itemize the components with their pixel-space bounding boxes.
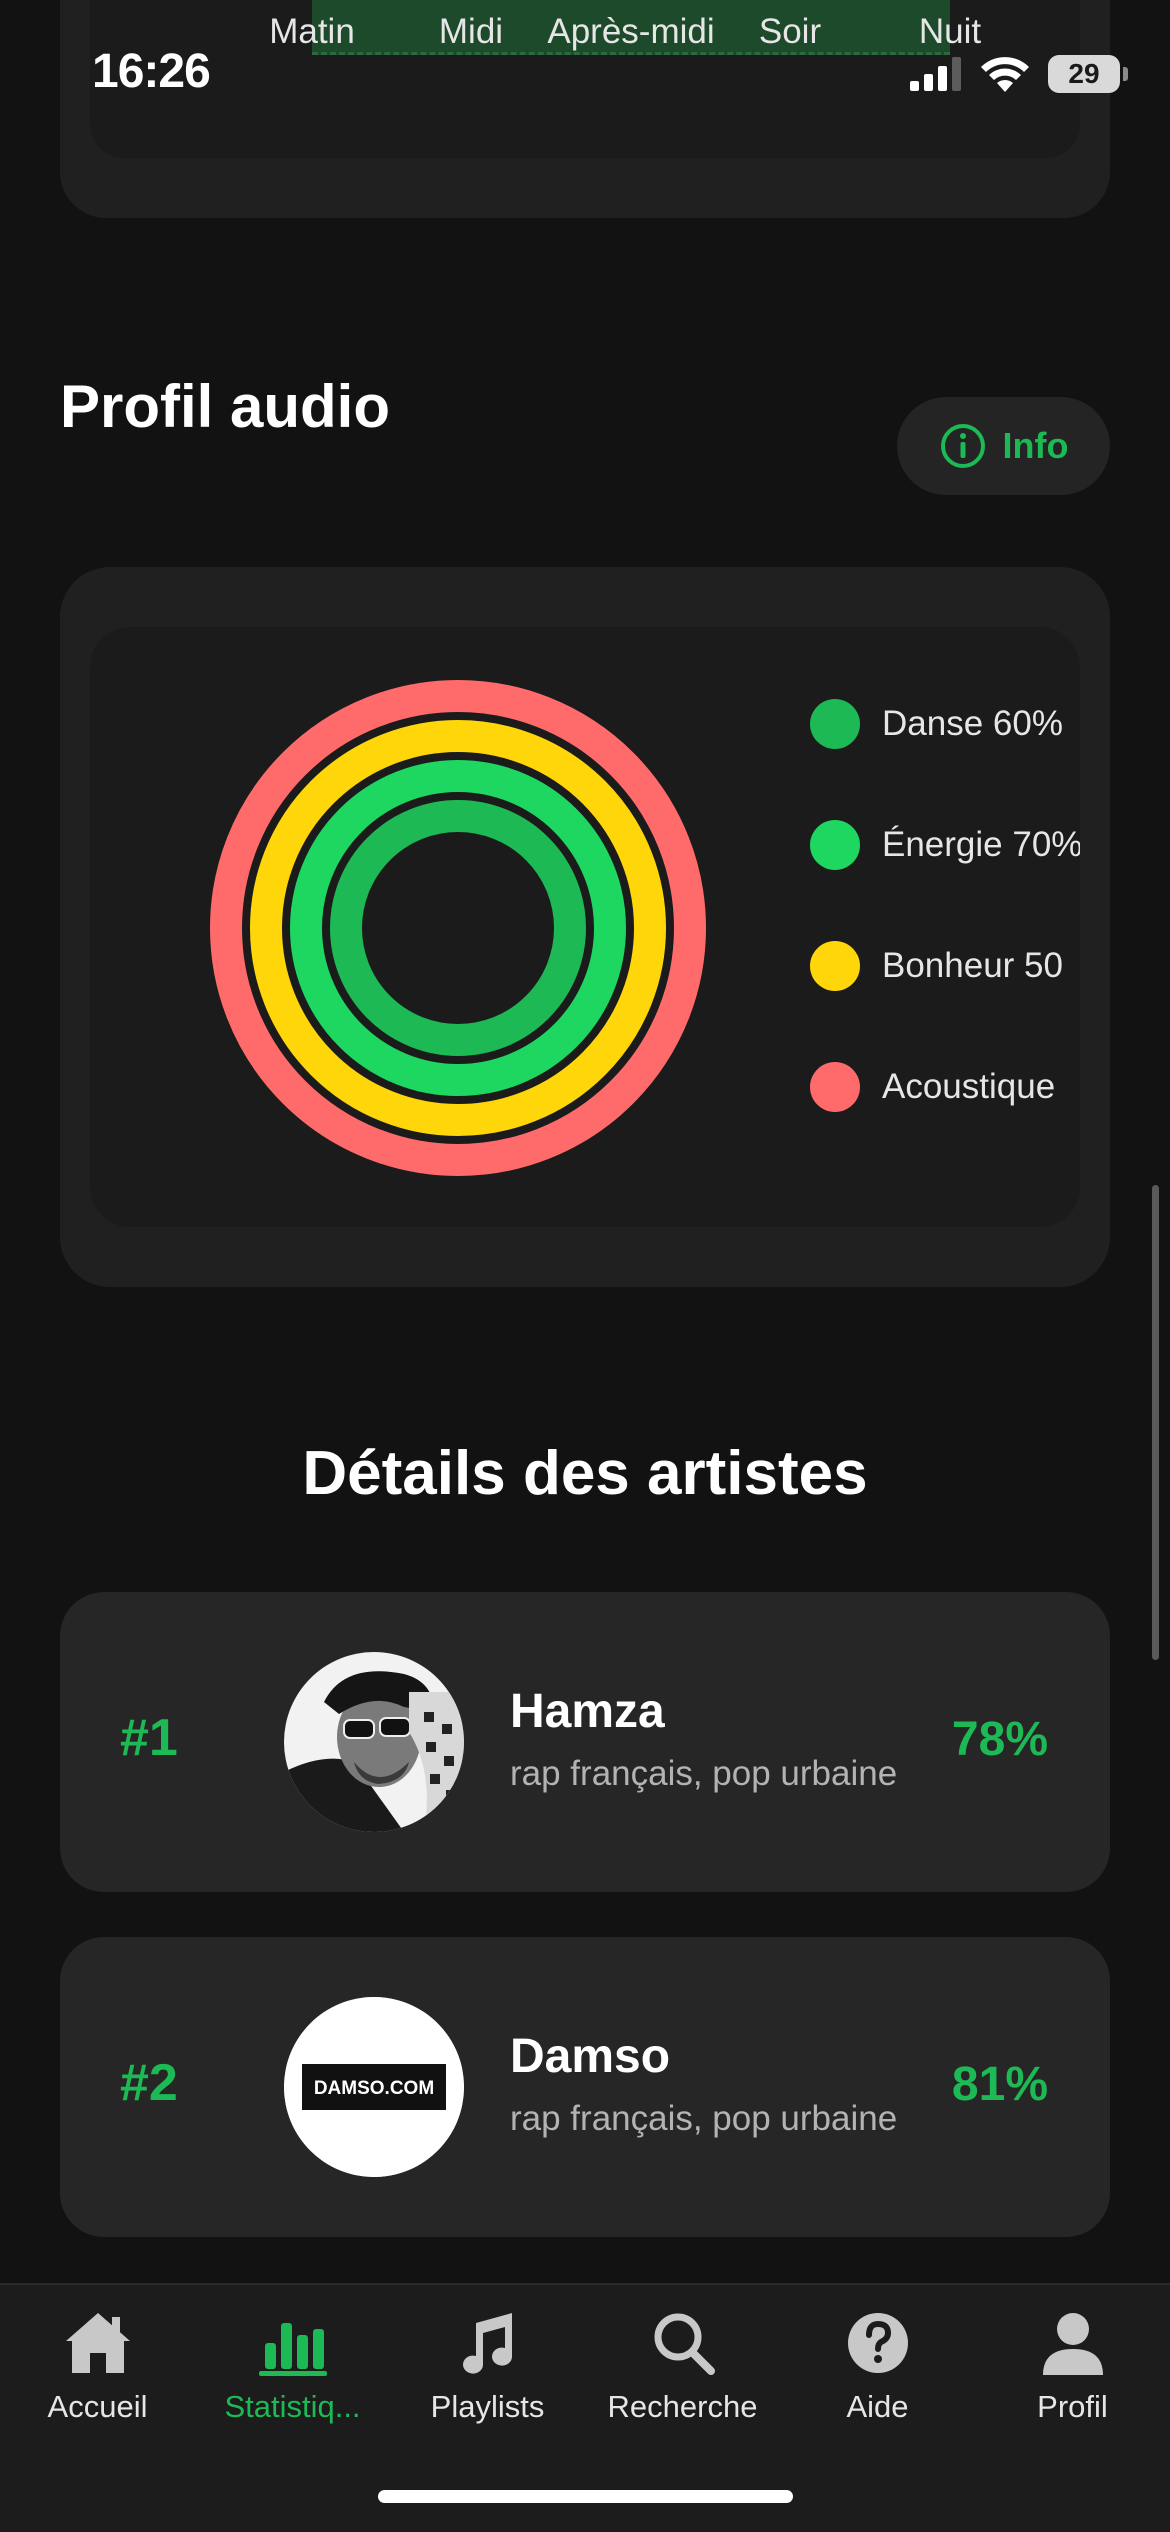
info-button-label: Info: [1002, 425, 1069, 466]
tab-label: Recherche: [607, 2389, 758, 2424]
artist-rank: #1: [120, 1709, 178, 1767]
audio-rings-chart: [210, 680, 706, 1176]
tab-recherche[interactable]: Recherche: [585, 2305, 780, 2435]
artist-card-damso[interactable]: #2 DAMSO.COM Damso rap français, pop urb…: [60, 1937, 1110, 2237]
listening-time-card: 0 Matin Midi Après-midi Soir Nuit: [60, 0, 1110, 218]
artist-genres: rap français, pop urbaine: [510, 1754, 898, 1793]
legend-item-acoustique: Acoustique: [810, 1062, 1055, 1112]
legend-label: Acoustique: [882, 1067, 1056, 1106]
audio-profile-card: Danse 60% Énergie 70% Bonheur 50 Acoustique: [60, 567, 1110, 1287]
artist-photo: [284, 1652, 464, 1832]
legend-swatch: [810, 1062, 860, 1112]
legend-label: Danse 60%: [882, 704, 1063, 743]
wifi-icon: [981, 57, 1029, 92]
x-label-matin: Matin: [269, 12, 355, 51]
home-indicator[interactable]: [378, 2490, 793, 2503]
legend-label: Énergie 70%: [882, 825, 1080, 864]
scrollbar[interactable]: [1152, 1185, 1159, 1660]
info-icon: [940, 424, 985, 468]
artist-rank: #2: [120, 2054, 178, 2112]
tab-label: Aide: [846, 2389, 909, 2424]
tab-label: Playlists: [430, 2389, 545, 2424]
status-indicators: 29: [910, 52, 1128, 96]
svg-text:DAMSO.COM: DAMSO.COM: [314, 2078, 434, 2099]
legend-swatch: [810, 699, 860, 749]
cellular-signal-icon: [910, 57, 961, 91]
profile-icon: [1042, 2313, 1103, 2375]
tab-profil[interactable]: Profil: [975, 2305, 1170, 2435]
search-icon: [654, 2313, 715, 2375]
stats-screen: 0 Matin Midi Après-midi Soir Nuit 16:26 …: [0, 0, 1170, 2532]
legend-swatch: [810, 941, 860, 991]
tab-label: Profil: [1037, 2389, 1108, 2424]
legend-swatch: [810, 820, 860, 870]
tab-statistiques[interactable]: Statistiq...: [195, 2305, 390, 2435]
tab-label: Accueil: [47, 2389, 148, 2424]
ring-bonheur: [250, 720, 666, 1136]
home-icon: [65, 2313, 130, 2373]
legend-label: Bonheur 50: [882, 946, 1063, 985]
audio-profile-title: Profil audio: [60, 373, 390, 440]
help-icon: [847, 2313, 908, 2373]
info-button[interactable]: Info: [897, 397, 1110, 495]
tab-accueil[interactable]: Accueil: [0, 2305, 195, 2435]
ring-danse: [330, 800, 586, 1056]
x-label-soir: Soir: [758, 12, 822, 51]
legend-item-danse: Danse 60%: [810, 699, 1063, 749]
legend-item-bonheur: Bonheur 50: [810, 941, 1063, 991]
tab-playlists[interactable]: Playlists: [390, 2305, 585, 2435]
artist-avatar-damso: DAMSO.COM: [284, 1997, 464, 2177]
artist-details-title: Détails des artistes: [302, 1439, 868, 1508]
artist-match-percent: 81%: [951, 2058, 1048, 2111]
legend-item-énergie: Énergie 70%: [810, 820, 1080, 870]
stats-icon: [258, 2323, 327, 2376]
artist-card-hamza[interactable]: #1 Hamza rap français, pop urbaine 78%: [60, 1592, 1110, 1892]
music-note-icon: [462, 2313, 512, 2374]
x-label-midi: Midi: [438, 12, 504, 51]
artist-genres: rap français, pop urbaine: [510, 2099, 898, 2138]
artist-avatar-hamza: [284, 1652, 464, 1832]
tab-label: Statistiq...: [224, 2389, 361, 2424]
artist-match-percent: 78%: [951, 1713, 1048, 1766]
audio-profile-chart: Danse 60% Énergie 70% Bonheur 50 Acoustique: [90, 627, 1080, 1227]
artist-name: Hamza: [510, 1685, 665, 1738]
tab-aide[interactable]: Aide: [780, 2305, 975, 2435]
x-label-apres-midi: Après-midi: [547, 12, 715, 51]
status-time: 16:26: [92, 45, 211, 98]
x-label-nuit: Nuit: [918, 12, 982, 51]
artist-logo: DAMSO.COM: [284, 1997, 464, 2177]
artist-name: Damso: [510, 2030, 671, 2083]
battery-icon: 29: [1048, 55, 1128, 93]
